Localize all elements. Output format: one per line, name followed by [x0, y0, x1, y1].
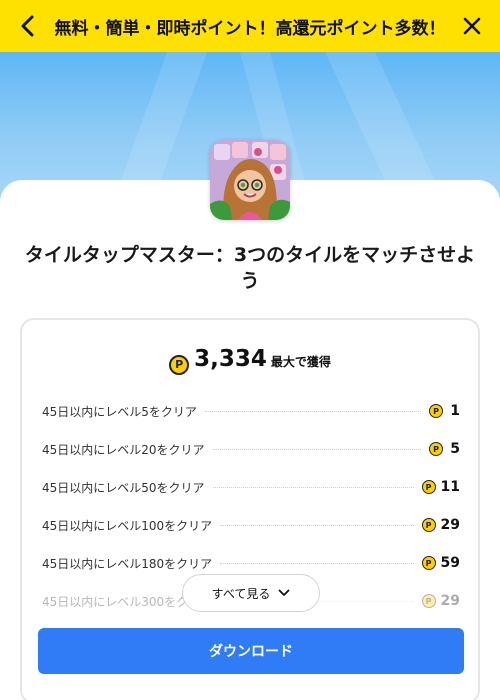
total-reward: P 3,334 最大で獲得: [22, 346, 478, 375]
see-all-button[interactable]: すべて見る: [182, 574, 320, 612]
task-label: 45日以内にレベル180をクリア: [42, 556, 213, 571]
close-button[interactable]: [456, 10, 488, 42]
back-button[interactable]: [12, 10, 44, 42]
task-row: 45日以内にレベル5をクリア P 1: [42, 392, 460, 430]
task-row: 45日以内にレベル20をクリア P 5: [42, 430, 460, 468]
task-points: 5: [450, 441, 460, 457]
top-banner: 無料・簡単・即時ポイント！高還元ポイント多数！: [0, 0, 500, 52]
task-points: 11: [440, 479, 460, 495]
task-row: 45日以内にレベル100をクリア P 29: [42, 506, 460, 544]
download-label: ダウンロード: [209, 644, 293, 660]
point-coin-icon: P: [421, 480, 436, 494]
point-coin-icon: P: [421, 518, 436, 532]
task-points: 59: [440, 555, 460, 571]
app-title: タイルタップマスター：3つのタイルをマッチさせよう: [24, 244, 476, 292]
task-points: 29: [440, 593, 460, 609]
point-coin-icon: P: [429, 404, 443, 418]
point-coin-icon: P: [421, 594, 436, 608]
point-coin-icon: P: [169, 354, 190, 375]
see-all-label: すべて見る: [211, 586, 271, 601]
dotted-leader: [220, 524, 414, 526]
task-points: 29: [440, 517, 460, 533]
point-coin-icon: P: [421, 556, 436, 570]
total-suffix: 最大で獲得: [270, 355, 331, 369]
dotted-leader: [212, 448, 421, 450]
task-row: 45日以内にレベル50をクリア P 11: [42, 468, 460, 506]
dotted-leader: [220, 562, 414, 564]
chevron-down-icon: [278, 589, 290, 597]
reward-card: P 3,334 最大で獲得 45日以内にレベル5をクリア P 1 45日以内にレ…: [20, 318, 480, 700]
task-label: 45日以内にレベル50をクリア: [42, 480, 205, 495]
task-points: 1: [450, 403, 460, 419]
game-app-icon: [210, 140, 290, 220]
task-label: 45日以内にレベル20をクリア: [42, 442, 205, 457]
task-label: 45日以内にレベル5をクリア: [42, 404, 197, 419]
close-icon: [463, 17, 481, 35]
task-label: 45日以内にレベル100をクリア: [42, 518, 213, 533]
chevron-left-icon: [21, 15, 34, 37]
banner-title: 無料・簡単・即時ポイント！高還元ポイント多数！: [54, 18, 446, 39]
dotted-leader: [212, 486, 414, 488]
total-points: 3,334: [194, 346, 267, 372]
dotted-leader: [204, 410, 421, 412]
point-coin-icon: P: [429, 442, 443, 456]
download-button[interactable]: ダウンロード: [38, 628, 464, 674]
